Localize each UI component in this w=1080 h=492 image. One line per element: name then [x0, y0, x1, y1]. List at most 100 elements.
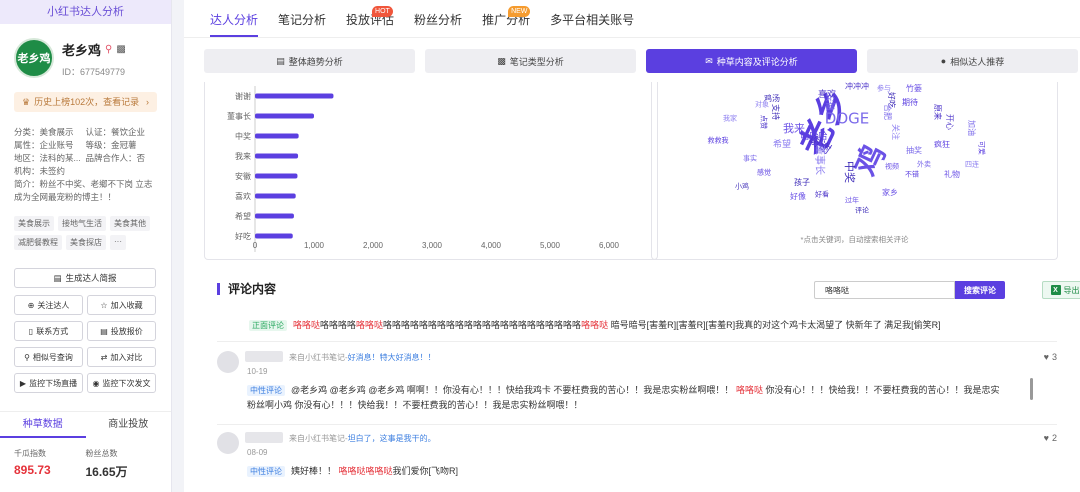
generate-report-button[interactable]: ▤ 生成达人简报 [14, 268, 156, 288]
cloud-word[interactable]: 礼物 [944, 169, 960, 179]
cloud-word[interactable]: 希望 [773, 138, 791, 150]
cloud-word[interactable]: 开心 [945, 114, 954, 130]
tag[interactable]: 接地气生活 [58, 216, 106, 231]
cloud-word[interactable]: 喜欢 [818, 88, 836, 100]
cloud-word[interactable]: 我家 [723, 113, 737, 122]
nav-promo-analysis[interactable]: 推广分析 NEW [472, 0, 540, 37]
nav-note-analysis[interactable]: 笔记分析 [268, 0, 336, 37]
compare-button[interactable]: ⇄ 加入对比 [87, 347, 156, 367]
cloud-word[interactable]: 可爱 [978, 141, 986, 155]
tab-commercial[interactable]: 商业投放 [86, 412, 172, 438]
tab-similar-influencers[interactable]: ● 相似达人推荐 [867, 49, 1078, 73]
tag[interactable]: 美食其他 [110, 216, 150, 231]
bar-喜欢[interactable] [255, 193, 296, 199]
cloud-word[interactable]: 小鸡 [735, 181, 749, 190]
cloud-word[interactable]: 事实 [743, 153, 757, 162]
tab-content-comments[interactable]: ✉ 种草内容及评论分析 [646, 49, 857, 73]
similar-search-button[interactable]: ⚲ 相似号查询 [14, 347, 83, 367]
bar-谢谢[interactable] [255, 93, 334, 99]
source-note-link[interactable]: 坦白了，这事是我干的。 [348, 434, 436, 443]
cloud-word[interactable]: 中奖 [843, 161, 857, 183]
monitor-live-label: 监控下场直播 [29, 378, 78, 388]
quote-button[interactable]: ▤ 投放报价 [87, 321, 156, 341]
compare-label: 加入对比 [110, 352, 143, 362]
cloud-word[interactable]: 家乡 [882, 187, 898, 197]
cloud-word[interactable]: 董事长 [814, 145, 827, 175]
nav-placement-eval[interactable]: 投放评估 HOT [336, 0, 404, 37]
price-tag-icon: ▤ [100, 326, 108, 336]
cloud-word[interactable]: 关注 [891, 124, 901, 140]
bar-我来[interactable] [255, 153, 299, 159]
cloud-word[interactable]: 支持 [771, 104, 781, 120]
tag[interactable]: 美食探店 [66, 235, 106, 250]
bar-董事长[interactable] [255, 113, 314, 119]
cloud-word[interactable]: 好像 [790, 191, 806, 201]
stats-row: 千瓜指数 895.73 粉丝总数 16.65万 [0, 438, 171, 480]
search-comments-button[interactable]: 搜索评论 [955, 281, 1005, 299]
cloud-word[interactable]: 对象 [755, 99, 769, 108]
history-rank-link[interactable]: ♛ 历史上榜102次，查看记录 › [14, 92, 157, 112]
cloud-word[interactable]: 冲冲冲 [845, 82, 869, 91]
tag[interactable]: 减肥餐教程 [14, 235, 62, 250]
monitor-live-button[interactable]: ▶ 监控下场直播 [14, 373, 83, 393]
cloud-word[interactable]: 外卖 [917, 159, 931, 168]
cloud-word[interactable]: 不错 [905, 169, 919, 178]
profile-id: ID：677549779 [62, 67, 126, 77]
cloud-word[interactable]: 加油 [967, 120, 977, 136]
cloud-word[interactable]: 点赞 [760, 115, 769, 129]
cloud-word[interactable]: 合肥 [883, 104, 893, 120]
category-label: 中奖 [235, 131, 251, 141]
cloud-word[interactable]: 感觉 [757, 167, 771, 176]
comment-scrollbar[interactable] [1030, 378, 1033, 400]
stat-value: 16.65万 [85, 465, 128, 479]
tab-note-type[interactable]: ▩ 笔记类型分析 [425, 49, 636, 73]
cloud-word[interactable]: 视频 [885, 161, 899, 170]
cloud-word[interactable]: DOGE [825, 109, 869, 127]
cloud-word[interactable]: 我来 [783, 122, 805, 135]
nav-multi-platform[interactable]: 多平台相关账号 [540, 0, 644, 37]
comment-body: 中性评论 @老乡鸡 @老乡鸡 @老乡鸡 啊啊！！你没有心！！！快给我鸡卡 不要枉费… [247, 383, 1007, 412]
cloud-word[interactable]: 评论 [855, 205, 869, 214]
follow-button[interactable]: ⊕ 关注达人 [14, 295, 83, 315]
bar-中奖[interactable] [255, 133, 299, 139]
nav-label: 粉丝分析 [414, 13, 463, 27]
bar-好吃[interactable] [255, 233, 293, 239]
keyword-bar-chart-card: 谢谢 董事长 中奖 我来 安徽 喜欢 希望 好吃 0 1,000 2,000 3,000 4,000 5,… [204, 82, 658, 260]
qr-code-icon[interactable]: ▩ [116, 44, 125, 55]
meta-agency: 机构：未签约 [14, 166, 66, 176]
cloud-word[interactable]: 孩子 [794, 177, 810, 187]
cloud-word[interactable]: 好看 [815, 189, 829, 198]
favorite-button[interactable]: ☆ 加入收藏 [87, 295, 156, 315]
cloud-word[interactable]: 救救我 [708, 135, 729, 144]
chevron-right-icon: › [146, 97, 149, 107]
bar-安徽[interactable] [255, 173, 298, 179]
category-label: 谢谢 [235, 91, 251, 101]
cloud-word[interactable]: 竹篓 [906, 83, 922, 93]
contact-button[interactable]: ▯ 联系方式 [14, 321, 83, 341]
nav-influencer-analysis[interactable]: 达人分析 [200, 0, 268, 37]
comment-search-input[interactable] [814, 281, 955, 299]
cloud-word[interactable]: 原来 [933, 104, 942, 120]
word-cloud-card: 老乡鸡 DOGE 谢谢 董事长 中奖 哈哈哈 我来 安徽 喜欢 希望 好吃 疯狂 礼物 抽奖 冲冲冲 参与 支持… [651, 82, 1058, 260]
monitor-post-button[interactable]: ◉ 监控下次发文 [87, 373, 156, 393]
tab-seeding-data[interactable]: 种草数据 [0, 412, 86, 438]
cloud-word[interactable]: 抽奖 [906, 145, 922, 155]
export-button[interactable]: X 导出 [1042, 281, 1080, 299]
x-tick-label: 2,000 [363, 241, 384, 250]
cloud-word[interactable]: 期待 [902, 97, 918, 107]
meta-region: 地区：法科的某... [14, 153, 81, 163]
comment-text: 暗号暗号[害羞R][害羞R][害羞R]我真的对这个鸡卡太渴望了 快新年了 满足我… [610, 320, 941, 330]
more-tags-button[interactable]: ··· [110, 235, 126, 250]
x-tick-label: 5,000 [540, 241, 561, 250]
keyword-highlight: 咯咯哒 [293, 320, 321, 330]
tab-overall-trend[interactable]: ▤ 整体趋势分析 [204, 49, 415, 73]
cloud-word[interactable]: 参与 [877, 83, 891, 92]
cloud-word[interactable]: 四连 [965, 159, 979, 168]
tag[interactable]: 美食展示 [14, 216, 54, 231]
cloud-word[interactable]: 过年 [845, 195, 859, 204]
source-note-link[interactable]: 好消息！特大好消息！！ [348, 353, 436, 362]
cloud-word[interactable]: 疯狂 [934, 139, 950, 149]
bar-希望[interactable] [255, 213, 294, 219]
nav-fans-analysis[interactable]: 粉丝分析 [404, 0, 472, 37]
trend-chart-icon: ▤ [276, 55, 285, 66]
